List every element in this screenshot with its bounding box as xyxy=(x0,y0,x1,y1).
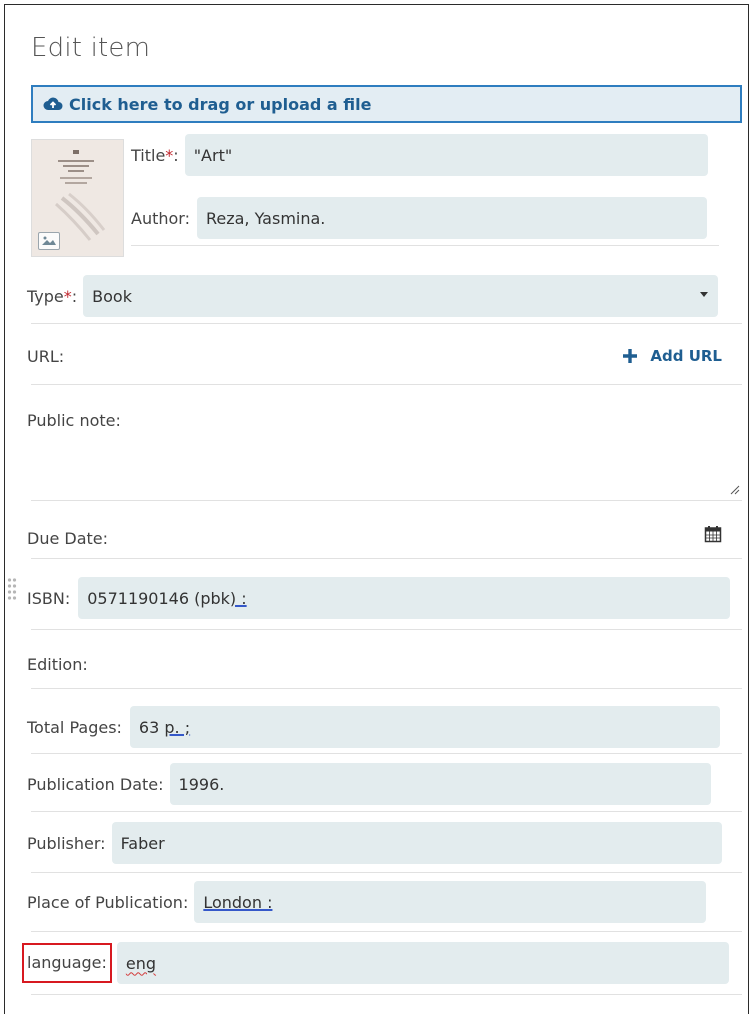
total-pages-input[interactable]: 63 p. ; xyxy=(129,706,720,748)
divider xyxy=(31,688,742,689)
isbn-value: 0571190146 (pbk xyxy=(87,588,230,608)
type-label: Type*: xyxy=(27,286,78,306)
resize-handle-icon xyxy=(730,485,740,495)
divider xyxy=(31,323,742,324)
publication-date-label: Publication Date: xyxy=(27,774,164,794)
publisher-label: Publisher: xyxy=(27,833,106,853)
divider xyxy=(31,558,742,559)
drag-handle-icon[interactable] xyxy=(7,577,17,601)
add-url-button[interactable]: Add URL xyxy=(622,347,722,365)
calendar-icon[interactable] xyxy=(704,525,722,543)
required-marker: * xyxy=(63,286,72,306)
publisher-input[interactable]: Faber xyxy=(111,822,722,864)
language-value: eng xyxy=(125,953,157,973)
edit-item-panel: Edit item Click here to drag or upload a… xyxy=(4,4,749,1014)
divider xyxy=(31,931,742,932)
due-date-label: Due Date: xyxy=(27,529,109,548)
title-field: Title*: "Art" xyxy=(131,134,708,176)
author-field: Author: Reza, Yasmina. xyxy=(131,197,707,239)
dropdown-caret-icon xyxy=(700,292,709,297)
title-value: "Art" xyxy=(193,145,233,165)
title-label: Title*: xyxy=(131,145,179,165)
item-thumbnail[interactable] xyxy=(31,139,124,257)
language-input[interactable]: eng xyxy=(116,942,729,984)
type-field: Type*: Book xyxy=(27,275,719,317)
public-note-textarea[interactable] xyxy=(31,385,742,499)
author-label: Author: xyxy=(131,208,190,228)
required-marker: * xyxy=(165,145,174,165)
page-title: Edit item xyxy=(31,33,151,63)
place-of-publication-input[interactable]: London : xyxy=(194,881,707,923)
publication-date-value: 1996. xyxy=(178,774,225,794)
url-field: URL: xyxy=(27,347,64,366)
total-pages-label: Total Pages: xyxy=(27,717,122,737)
url-label: URL: xyxy=(27,347,65,366)
edition-label: Edition: xyxy=(27,655,88,674)
image-placeholder-icon xyxy=(38,232,60,250)
cloud-upload-icon xyxy=(43,97,63,110)
author-input[interactable]: Reza, Yasmina. xyxy=(196,197,707,239)
upload-file-button[interactable]: Click here to drag or upload a file xyxy=(31,85,742,123)
publication-date-input[interactable]: 1996. xyxy=(169,763,711,805)
language-field: language: eng xyxy=(22,942,729,984)
isbn-value-tail: ) : xyxy=(229,588,247,608)
upload-label: Click here to drag or upload a file xyxy=(69,94,372,114)
isbn-field: ISBN: 0571190146 (pbk) : xyxy=(27,577,731,619)
author-value: Reza, Yasmina. xyxy=(205,208,326,228)
divider xyxy=(31,500,742,501)
publication-date-field: Publication Date: 1996. xyxy=(27,763,711,805)
total-pages-field: Total Pages: 63 p. ; xyxy=(27,706,720,748)
publisher-field: Publisher: Faber xyxy=(27,822,722,864)
divider xyxy=(131,245,719,246)
place-of-publication-value: London : xyxy=(203,892,273,912)
publisher-value: Faber xyxy=(120,833,165,853)
language-label: language: xyxy=(22,943,112,983)
isbn-label: ISBN: xyxy=(27,588,71,608)
divider xyxy=(31,872,742,873)
divider xyxy=(31,629,742,630)
title-input[interactable]: "Art" xyxy=(184,134,708,176)
add-url-label: Add URL xyxy=(650,347,722,365)
type-select[interactable]: Book xyxy=(83,275,719,317)
place-of-publication-field: Place of Publication: London : xyxy=(27,881,707,923)
divider xyxy=(31,753,742,754)
due-date-field: Due Date: xyxy=(27,529,108,548)
divider xyxy=(31,811,742,812)
place-of-publication-label: Place of Publication: xyxy=(27,892,189,912)
divider xyxy=(31,994,742,995)
isbn-input[interactable]: 0571190146 (pbk) : xyxy=(78,577,731,619)
type-value: Book xyxy=(92,286,132,306)
edition-field: Edition: xyxy=(27,655,88,674)
total-pages-value: 63 xyxy=(138,717,165,737)
plus-icon xyxy=(623,349,638,363)
total-pages-value-tail: p. ; xyxy=(164,717,191,737)
